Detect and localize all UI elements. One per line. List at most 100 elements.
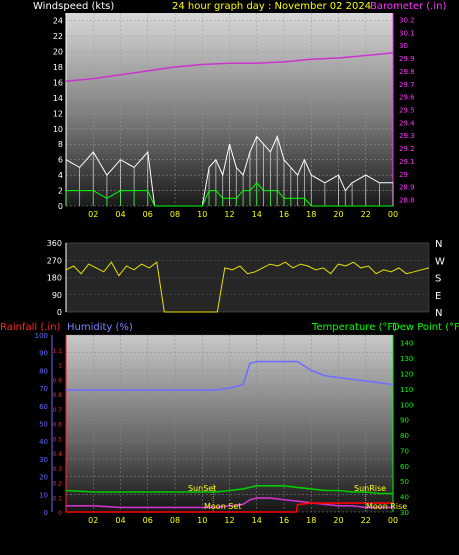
wind-y-tick-label: 6 [58, 156, 63, 165]
barometer-tick-label: 30 [399, 42, 408, 50]
humidity-tick-label: 20 [39, 474, 48, 482]
barometer-tick-label: 29.1 [399, 158, 415, 166]
moonset-label: Moon Set [204, 502, 241, 511]
wind-x-tick-label: 14 [252, 210, 262, 219]
temp-x-tick-label: 22 [361, 516, 371, 525]
rain-tick-label: 0.4 [52, 451, 62, 458]
temperature-tick-label: 90 [400, 417, 409, 425]
wind-x-tick-label: 18 [306, 210, 316, 219]
temperature-axis-title: Temperature (°F) [311, 322, 397, 333]
wind-x-tick-label: 06 [143, 210, 153, 219]
humidity-tick-label: 30 [39, 456, 48, 464]
barometer-tick-label: 29.2 [399, 145, 415, 153]
direction-tick-label: 0 [57, 308, 62, 317]
temperature-tick-label: 50 [400, 478, 409, 486]
direction-tick-label: 90 [52, 291, 62, 300]
wind-y-tick-label: 0 [58, 202, 63, 211]
barometer-tick-label: 29.9 [399, 55, 415, 63]
humidity-tick-label: 50 [39, 421, 48, 429]
wind-y-tick-label: 24 [53, 17, 63, 26]
temp-x-tick-label: 18 [306, 516, 316, 525]
wind-x-tick-label: 16 [279, 210, 289, 219]
humidity-tick-label: 90 [39, 350, 48, 358]
direction-tick-label: 180 [47, 274, 62, 283]
compass-label: N [435, 239, 442, 250]
barometer-tick-label: 29.4 [399, 119, 415, 127]
wind-y-tick-label: 12 [53, 109, 63, 118]
temperature-tick-label: 110 [400, 386, 413, 394]
sunset-label: SunSet [188, 484, 216, 493]
chart-title: 24 hour graph day : November 02 2024 [172, 1, 371, 12]
wind-y-tick-label: 18 [53, 63, 63, 72]
rain-tick-label: 0.2 [52, 481, 62, 488]
barometer-tick-label: 29.3 [399, 132, 415, 140]
wind-x-tick-label: 04 [115, 210, 125, 219]
sunrise-label: SunRise [354, 484, 386, 493]
compass-label: E [435, 291, 441, 302]
compass-label: S [435, 274, 441, 285]
temp-x-tick-label: 12 [224, 516, 234, 525]
temperature-tick-label: 70 [400, 447, 409, 455]
rain-tick-label: 1.1 [52, 348, 62, 355]
temp-x-tick-label: 02 [88, 516, 98, 525]
wind-x-tick-label: 00 [388, 210, 398, 219]
moonrise-label: Moon Rise [366, 502, 407, 511]
barometer-tick-label: 30.1 [399, 29, 415, 37]
wind-y-tick-label: 4 [58, 171, 63, 180]
rain-tick-label: 0.8 [52, 392, 62, 399]
temp-x-tick-label: 08 [170, 516, 180, 525]
temperature-tick-label: 120 [400, 370, 413, 378]
wind-y-tick-label: 10 [53, 125, 63, 134]
wind-y-tick-label: 20 [53, 48, 63, 57]
barometer-tick-label: 29.7 [399, 81, 415, 89]
temp-x-tick-label: 14 [252, 516, 262, 525]
barometer-axis-title: Barometer (.in) [370, 1, 446, 12]
barometer-tick-label: 29 [399, 171, 408, 179]
compass-label: W [435, 256, 445, 267]
rain-tick-label: 0.7 [52, 407, 62, 414]
temp-x-tick-label: 04 [115, 516, 125, 525]
wind-x-tick-label: 22 [361, 210, 371, 219]
rain-tick-label: 0.9 [52, 377, 62, 384]
wind-y-tick-label: 8 [58, 140, 63, 149]
temp-x-tick-label: 00 [388, 516, 398, 525]
wind-y-tick-label: 16 [53, 78, 63, 87]
barometer-tick-label: 28.9 [399, 184, 415, 192]
wind-x-tick-label: 08 [170, 210, 180, 219]
wind-x-tick-label: 10 [197, 210, 207, 219]
wind-y-tick-label: 2 [58, 187, 63, 196]
humidity-tick-label: 10 [39, 491, 48, 499]
rainfall-axis-title: Rainfall (.in) [0, 322, 61, 333]
temp-x-tick-label: 10 [197, 516, 207, 525]
rain-tick-label: 0.3 [52, 466, 62, 473]
temperature-tick-label: 80 [400, 432, 409, 440]
temperature-tick-label: 130 [400, 355, 413, 363]
wind-axis-title: Windspeed (kts) [33, 1, 114, 12]
wind-x-tick-label: 12 [224, 210, 234, 219]
humidity-tick-label: 70 [39, 385, 48, 393]
barometer-tick-label: 29.6 [399, 94, 415, 102]
wind-y-tick-label: 22 [53, 32, 63, 41]
humidity-tick-label: 100 [35, 332, 48, 340]
temp-x-tick-label: 16 [279, 516, 289, 525]
rain-tick-label: 0.5 [52, 436, 62, 443]
barometer-tick-label: 30.2 [399, 16, 415, 24]
humidity-tick-label: 40 [39, 438, 48, 446]
weather-graph: Windspeed (kts) 24 hour graph day : Nove… [0, 1, 459, 525]
rain-tick-label: 0.1 [52, 495, 62, 502]
barometer-tick-label: 29.5 [399, 107, 415, 115]
direction-tick-label: 360 [47, 239, 62, 248]
temperature-tick-label: 140 [400, 340, 413, 348]
humidity-tick-label: 60 [39, 403, 48, 411]
temp-x-tick-label: 06 [143, 516, 153, 525]
temp-x-tick-label: 20 [333, 516, 343, 525]
humidity-axis-title: Humidity (%) [67, 322, 133, 333]
wind-y-tick-label: 14 [53, 94, 63, 103]
wind-x-tick-label: 02 [88, 210, 98, 219]
barometer-tick-label: 29.8 [399, 68, 415, 76]
rain-tick-label: 0.6 [52, 422, 62, 429]
direction-tick-label: 270 [47, 256, 62, 265]
temperature-tick-label: 100 [400, 401, 413, 409]
wind-x-tick-label: 20 [333, 210, 343, 219]
humidity-tick-label: 0 [44, 509, 48, 517]
